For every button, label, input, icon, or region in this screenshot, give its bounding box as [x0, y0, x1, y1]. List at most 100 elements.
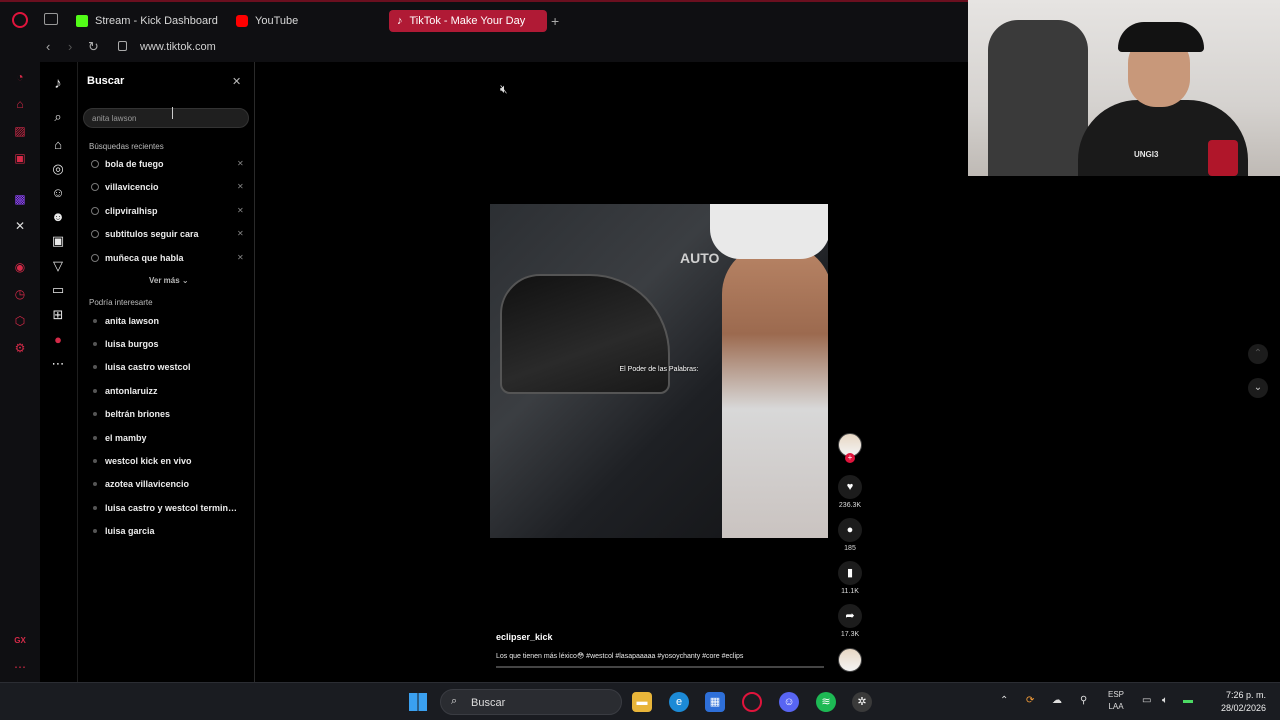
spotify-icon[interactable]: ≋ [816, 692, 836, 712]
twitch-icon[interactable]: ▩ [13, 192, 27, 206]
video-player[interactable]: AUTO El Poder de las Palabras: [490, 204, 828, 538]
tiktok-logo-icon[interactable]: ♪ [50, 76, 66, 92]
chatgpt-icon[interactable]: ✲ [852, 692, 872, 712]
recent-search-item[interactable]: bola de fuego ✕ [89, 157, 249, 173]
comment-icon[interactable]: ● [838, 518, 862, 542]
close-icon[interactable]: ✕ [232, 75, 241, 88]
suggestion-item[interactable]: azotea villavicencio [89, 477, 249, 493]
suggestion-item[interactable]: luisa garcia [89, 524, 249, 540]
suggestion-item[interactable]: luisa castro westcol [89, 360, 249, 376]
friends-icon[interactable]: ☻ [50, 209, 66, 225]
save-action[interactable]: ▮ 11.1K [838, 561, 862, 595]
battery-icon[interactable]: ▬ [1183, 695, 1193, 706]
history-icon[interactable]: ◷ [13, 287, 27, 301]
tiktok-icon: ♪ [397, 15, 403, 27]
file-explorer-icon[interactable]: ▬ [632, 692, 652, 712]
see-more-button[interactable]: Ver más ⌄ [149, 276, 189, 285]
recent-search-item[interactable]: clipviralhisp ✕ [89, 204, 249, 220]
language-indicator[interactable]: ESP LAA [1108, 689, 1124, 713]
taskbar-clock[interactable]: 7:26 p. m. 28/02/2026 [1206, 689, 1266, 715]
gx-icon[interactable]: GX [13, 634, 27, 648]
suggestion-item[interactable]: el mamby [89, 431, 249, 447]
settings-icon[interactable]: ⚙ [13, 341, 27, 355]
extensions-icon[interactable]: ⬡ [13, 314, 27, 328]
forward-button[interactable]: › [68, 39, 72, 54]
bookmark-icon[interactable]: ▮ [838, 561, 862, 585]
tab-menu-icon[interactable] [44, 13, 58, 25]
opera-gx-icon[interactable] [742, 692, 762, 712]
live-icon[interactable]: ▣ [50, 233, 66, 249]
gx-corner-icon[interactable]: ⌂ [13, 97, 27, 111]
x-twitter-icon[interactable]: ✕ [13, 219, 27, 233]
heart-icon[interactable]: ♥ [838, 475, 862, 499]
clock-icon [91, 230, 99, 238]
messenger-icon[interactable]: ▣ [13, 151, 27, 165]
previous-video-button[interactable]: ⌃ [1248, 344, 1268, 364]
share-action[interactable]: ➦ 17.3K [838, 604, 862, 638]
more-icon[interactable]: ⋯ [13, 660, 27, 674]
messages-icon[interactable]: ▽ [50, 258, 66, 274]
suggestion-item[interactable]: westcol kick en vivo [89, 454, 249, 470]
opera-logo-icon[interactable] [12, 12, 28, 28]
recent-search-label: muñeca que habla [105, 253, 184, 263]
cloud-icon[interactable]: ☁ [1052, 695, 1062, 706]
new-tab-button[interactable]: + [551, 13, 559, 29]
suggestion-label: luisa burgos [105, 339, 159, 349]
aria-icon[interactable]: ◔ [13, 70, 27, 84]
upload-icon[interactable]: ⊞ [50, 307, 66, 323]
reload-button[interactable]: ↻ [88, 39, 99, 55]
taskbar-search[interactable]: ⌕ Buscar [440, 689, 622, 715]
remove-icon[interactable]: ✕ [237, 206, 244, 215]
video-author[interactable]: eclipser_kick [496, 632, 553, 642]
discord-icon[interactable]: ☺ [779, 692, 799, 712]
suggestion-label: anita lawson [105, 316, 160, 326]
suggestion-item[interactable]: luisa castro y westcol terminar... [89, 501, 249, 517]
tab-youtube[interactable]: YouTube [228, 10, 306, 32]
back-button[interactable]: ‹ [46, 39, 50, 54]
lock-icon[interactable] [118, 41, 127, 51]
mute-icon[interactable]: 🔇︎ [500, 82, 508, 97]
suggestion-item[interactable]: luisa burgos [89, 337, 249, 353]
explore-icon[interactable]: ◎ [50, 161, 66, 177]
suggestion-item[interactable]: beltrán briones [89, 407, 249, 423]
search-input[interactable]: anita lawson [83, 108, 249, 128]
profile-icon[interactable]: ● [50, 332, 66, 348]
video-progress-bar[interactable] [496, 666, 824, 668]
player-icon[interactable]: ◉ [13, 260, 27, 274]
video-subtitle: El Poder de las Palabras: [619, 366, 699, 373]
network-icon[interactable]: ▭ [1142, 695, 1151, 706]
suggestion-label: luisa garcia [105, 526, 155, 536]
windows-start-icon[interactable] [409, 693, 427, 711]
home-icon[interactable]: ⌂ [50, 137, 66, 153]
next-video-button[interactable]: ⌄ [1248, 378, 1268, 398]
remove-icon[interactable]: ✕ [237, 182, 244, 191]
remove-icon[interactable]: ✕ [237, 229, 244, 238]
more-icon[interactable]: ⋯ [50, 356, 66, 372]
remove-icon[interactable]: ✕ [237, 253, 244, 262]
remove-icon[interactable]: ✕ [237, 159, 244, 168]
comment-action[interactable]: ● 185 [838, 518, 862, 552]
sound-avatar[interactable] [838, 648, 862, 672]
share-icon[interactable]: ➦ [838, 604, 862, 628]
suggestion-item[interactable]: anita lawson [89, 314, 249, 330]
follow-plus-icon[interactable]: + [845, 453, 855, 463]
tab-tiktok[interactable]: ♪ TikTok - Make Your Day [389, 10, 547, 32]
recent-search-item[interactable]: subtitulos seguir cara ✕ [89, 227, 249, 243]
bullet-icon [93, 506, 97, 510]
volume-icon[interactable]: 🔈︎ [1162, 695, 1168, 706]
activity-icon[interactable]: ▭ [50, 282, 66, 298]
like-action[interactable]: ♥ 236.3K [838, 475, 862, 509]
following-icon[interactable]: ☺ [50, 185, 66, 201]
microphone-icon[interactable]: ⚲ [1080, 695, 1087, 706]
recent-search-item[interactable]: villavicencio ✕ [89, 180, 249, 196]
search-icon[interactable]: ⌕ [50, 109, 66, 125]
sync-icon[interactable]: ⟳ [1026, 695, 1034, 706]
tab-kick-dashboard[interactable]: Stream - Kick Dashboard [68, 10, 226, 32]
store-icon[interactable]: ▦ [705, 692, 725, 712]
tray-chevron-icon[interactable]: ⌃ [1000, 695, 1008, 706]
suggestion-item[interactable]: antonlaruizz [89, 384, 249, 400]
recent-search-item[interactable]: muñeca que habla ✕ [89, 251, 249, 267]
cleaner-icon[interactable]: ▨ [13, 124, 27, 138]
edge-icon[interactable]: e [669, 692, 689, 712]
url-field[interactable]: www.tiktok.com [140, 41, 216, 53]
